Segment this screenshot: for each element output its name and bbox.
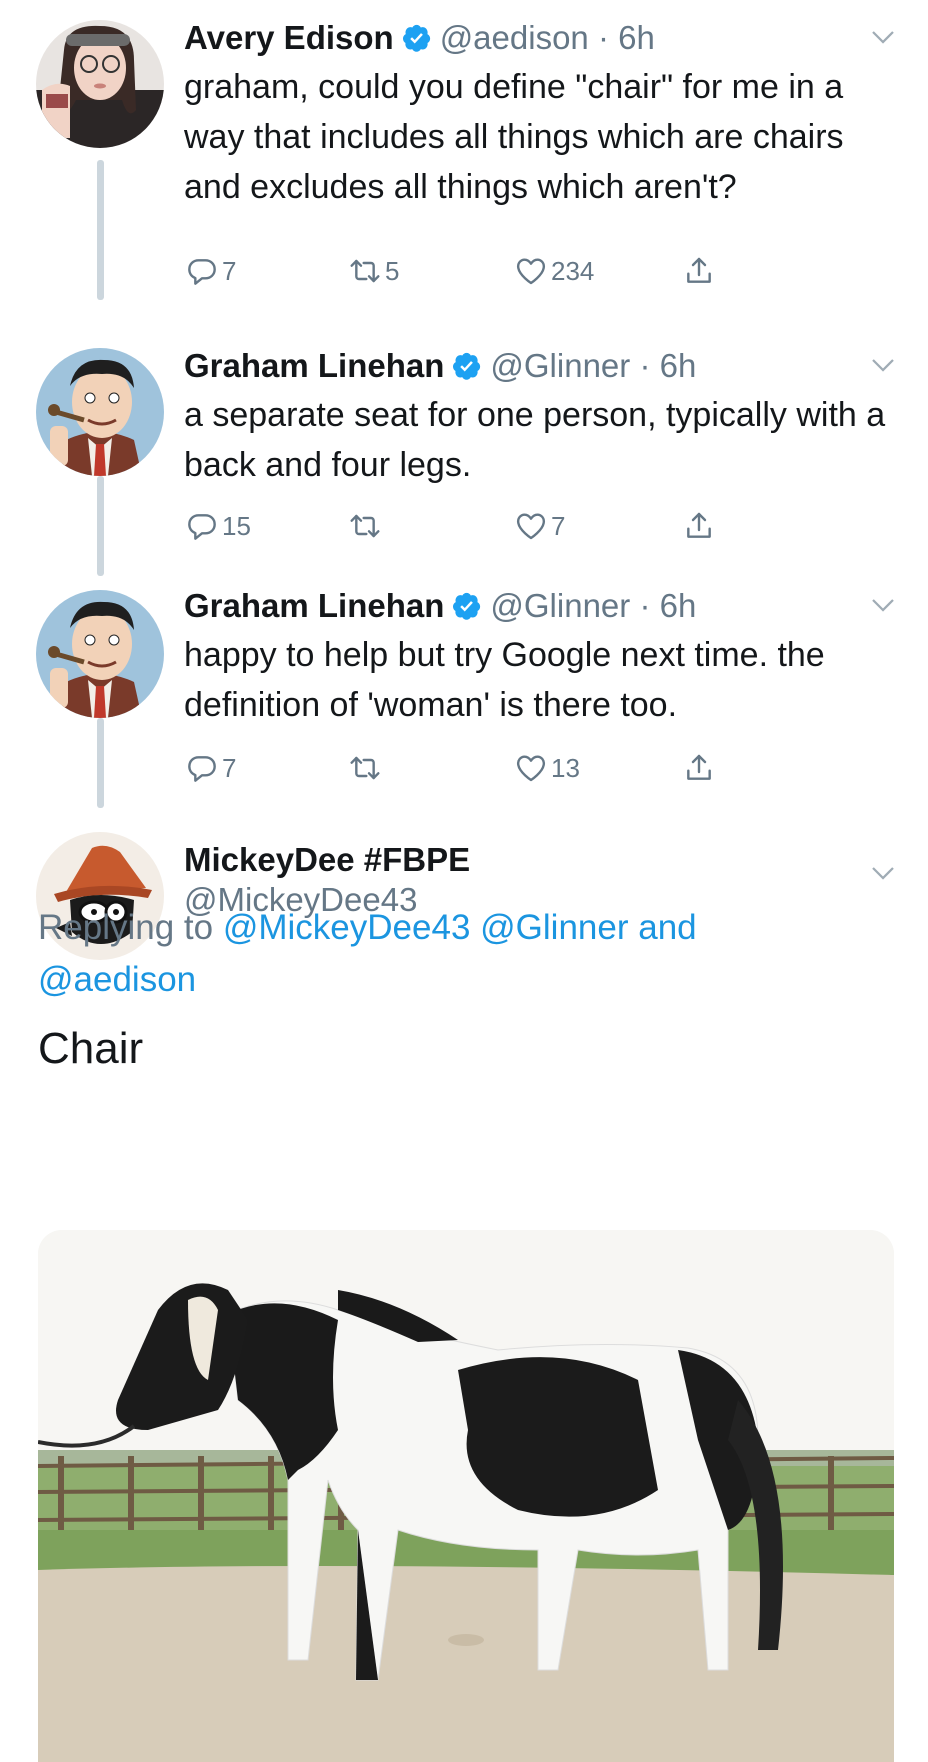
share-button[interactable]: [683, 752, 715, 784]
timestamp[interactable]: 6h: [660, 346, 697, 386]
replying-to: Replying to @MickeyDee43 @Glinner and @a…: [38, 902, 898, 1006]
like-button[interactable]: 7: [515, 510, 565, 542]
reply-button[interactable]: 15: [186, 510, 251, 542]
reply-count: 7: [222, 752, 237, 783]
mention-link[interactable]: @aedison: [38, 960, 196, 999]
comment-icon: [186, 510, 218, 542]
tweet-photo[interactable]: [38, 1230, 894, 1762]
separator-dot: ·: [630, 587, 660, 624]
verified-badge-icon: [452, 591, 482, 621]
author-handle[interactable]: @Glinner: [490, 586, 630, 626]
avatar[interactable]: [36, 348, 164, 476]
author-handle[interactable]: @aedison: [440, 18, 589, 58]
verified-badge-icon: [452, 351, 482, 381]
share-button[interactable]: [683, 510, 715, 542]
share-icon: [683, 752, 715, 784]
tweet-text: a separate seat for one person, typicall…: [184, 396, 886, 484]
reply-count: 15: [222, 510, 251, 541]
like-button[interactable]: 234: [515, 255, 594, 287]
chevron-down-icon[interactable]: [868, 858, 898, 888]
chevron-down-icon[interactable]: [868, 350, 898, 380]
heart-icon: [515, 752, 547, 784]
retweet-icon: [349, 752, 381, 784]
mention-link[interactable]: @MickeyDee43: [223, 908, 471, 947]
timestamp[interactable]: 6h: [660, 586, 697, 626]
like-button[interactable]: 13: [515, 752, 580, 784]
replying-to-label: Replying to: [38, 908, 214, 947]
reply-button[interactable]: 7: [186, 752, 236, 784]
author-name[interactable]: Graham Linehan: [184, 586, 444, 626]
heart-icon: [515, 510, 547, 542]
like-count: 13: [551, 752, 580, 783]
comment-icon: [186, 752, 218, 784]
retweet-button[interactable]: [349, 752, 385, 784]
author-handle[interactable]: @Glinner: [490, 346, 630, 386]
reply-button[interactable]: 7: [186, 255, 236, 287]
retweet-icon: [349, 510, 381, 542]
author-name[interactable]: MickeyDee #FBPE: [184, 840, 470, 880]
chevron-down-icon[interactable]: [868, 22, 898, 52]
avatar[interactable]: [36, 20, 164, 148]
share-icon: [683, 255, 715, 287]
retweet-count: 5: [385, 255, 400, 286]
author-name[interactable]: Avery Edison: [184, 18, 394, 58]
reply-count: 7: [222, 255, 237, 286]
separator-dot: ·: [588, 19, 619, 56]
tweet-text: happy to help but try Google next time. …: [184, 636, 825, 724]
timestamp[interactable]: 6h: [618, 18, 655, 58]
share-button[interactable]: [683, 255, 715, 287]
retweet-icon: [349, 255, 381, 287]
tweet-text: graham, could you define "chair" for me …: [184, 68, 844, 206]
avatar[interactable]: [36, 590, 164, 718]
tweet[interactable]: Avery Edison @aedison · 6h graham, could…: [0, 0, 928, 340]
like-count: 7: [551, 510, 566, 541]
mention-link[interactable]: @Glinner: [480, 908, 628, 947]
verified-badge-icon: [402, 23, 432, 53]
tweet[interactable]: Graham Linehan @Glinner · 6h happy to he…: [0, 580, 928, 820]
tweet[interactable]: Graham Linehan @Glinner · 6h a separate …: [0, 340, 928, 580]
chevron-down-icon[interactable]: [868, 590, 898, 620]
like-count: 234: [551, 255, 595, 286]
separator-dot: ·: [630, 347, 660, 384]
author-name[interactable]: Graham Linehan: [184, 346, 444, 386]
comment-icon: [186, 255, 218, 287]
retweet-button[interactable]: 5: [349, 255, 399, 287]
heart-icon: [515, 255, 547, 287]
share-icon: [683, 510, 715, 542]
and-label: and: [638, 908, 697, 947]
tweet-text: Chair: [38, 1024, 144, 1073]
retweet-button[interactable]: [349, 510, 385, 542]
